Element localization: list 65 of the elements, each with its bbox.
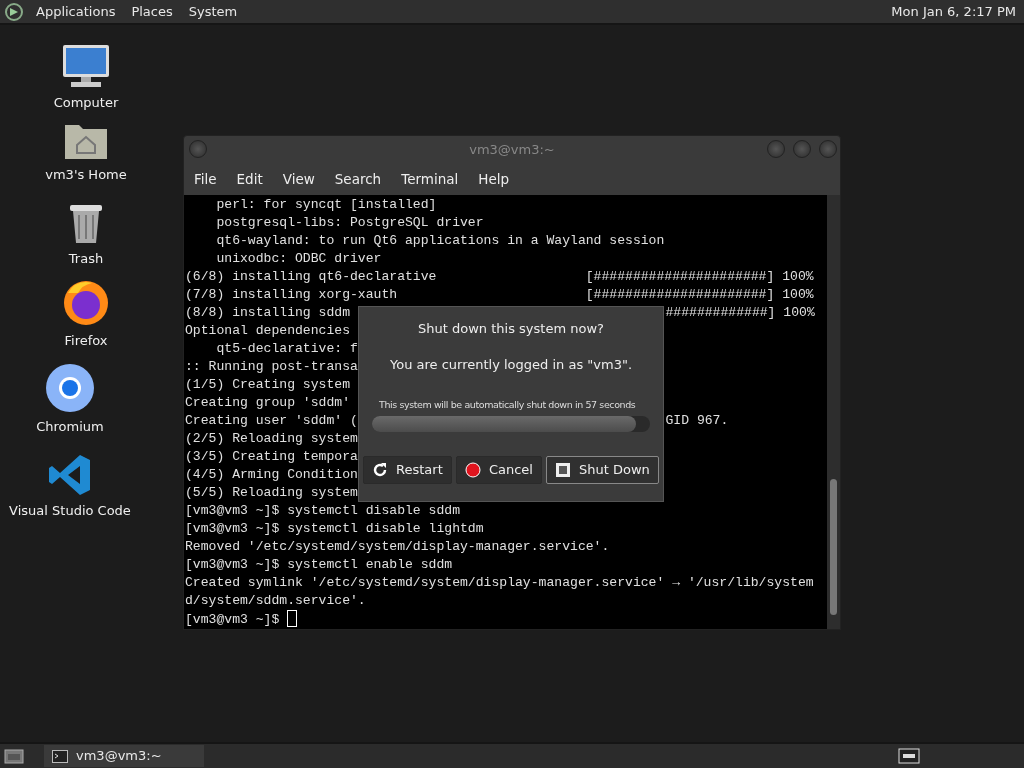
clock[interactable]: Mon Jan 6, 2:17 PM [883,1,1024,22]
terminal-line: (7/8) installing xorg-xauth [######################] 100% [185,287,814,302]
menu-item[interactable]: View [272,169,325,190]
terminal-icon [52,749,68,763]
panel-menu[interactable]: System [180,1,246,22]
terminal-line: [vm3@vm3 ~]$ [185,612,281,627]
dialog-button[interactable]: Shut Down [546,456,659,484]
scrollbar[interactable] [827,195,840,629]
terminal-line: (3/5) Creating tempora [185,449,358,464]
power-icon [555,462,572,478]
scrollbar-thumb[interactable] [830,479,837,615]
terminal-line: (6/8) installing qt6-declarative [######################] 100% [185,269,814,284]
window-title: vm3@vm3:~ [469,141,555,160]
computer-icon[interactable] [63,45,109,87]
dialog-message: You are currently logged in as "vm3". [388,355,634,374]
terminal-line: [vm3@vm3 ~]$ systemctl enable sddm [185,557,453,572]
menu-item[interactable]: Help [468,169,520,190]
icon-label[interactable]: vm3's Home [45,165,127,185]
terminal-line: Optional dependencies [185,323,350,338]
terminal-line: Creating user 'sddm' ( [185,413,358,428]
terminal-line: (2/5) Reloading system [185,431,358,446]
terminal-line: (4/5) Arming Condition [185,467,358,482]
terminal-line: d/system/sddm.service'. [185,593,366,608]
code-editor-icon[interactable] [49,455,90,495]
terminal-line: qt6-wayland: to run Qt6 applications in a Wayland session [215,233,665,248]
terminal-line: (8/8) installing sddm [185,305,350,320]
terminal-line: [vm3@vm3 ~]$ systemctl disable lightdm [185,521,484,536]
terminal-line: perl: for syncqt [installed] [215,197,437,212]
taskbar-button[interactable]: vm3@vm3:~ [44,745,204,767]
icon-label[interactable]: Firefox [64,331,108,351]
terminal-line: :: Running post-transa [185,359,358,374]
menu-item[interactable]: File [184,169,227,190]
firefox-icon[interactable] [64,281,108,325]
menu-item[interactable]: Terminal [391,169,469,190]
menu-item[interactable]: Edit [226,169,273,190]
terminal-line: (1/5) Creating system [185,377,350,392]
dialog-button[interactable]: Restart [363,456,452,484]
panel-menu[interactable]: Applications [28,1,124,22]
terminal-line: (5/5) Reloading system [185,485,358,500]
terminal-line: qt5-declarative: f [215,341,358,356]
menu-item[interactable]: Search [324,169,392,190]
icon-label[interactable]: Visual Studio Code [9,501,131,521]
countdown-text: This system will be automatically shut down in 57 seconds [378,398,637,412]
workspace-switcher-icon[interactable] [898,748,920,764]
logo-icon[interactable] [4,1,24,22]
terminal-line: Created symlink '/etc/systemd/system/display-manager.service' → '/usr/lib/system [185,575,814,590]
dialog-question: Shut down this system now? [417,320,605,338]
terminal-line: Removed '/etc/systemd/system/display-manager.service'. [185,539,610,554]
dialog-button[interactable]: Cancel [455,456,543,484]
show-desktop-icon[interactable] [4,748,24,764]
terminal-line: postgresql-libs: PostgreSQL driver [215,215,484,230]
terminal-line: unixodbc: ODBC driver [215,251,382,266]
icon-label[interactable]: Trash [68,249,104,269]
terminal-line: GID 967. [665,412,729,430]
chromium-icon[interactable] [46,364,94,412]
trash-icon[interactable] [70,205,102,243]
terminal-line: #############] 100% [665,304,815,322]
icon-label[interactable]: Chromium [36,417,104,437]
terminal-line: Creating group 'sddm' [185,395,350,410]
refresh-icon [372,462,388,478]
folder-home-icon[interactable] [65,125,107,159]
panel-menu[interactable]: Places [123,1,181,22]
stop-icon [464,462,481,478]
icon-label[interactable]: Computer [53,93,119,113]
terminal-line: [vm3@vm3 ~]$ systemctl disable sddm [185,503,460,518]
